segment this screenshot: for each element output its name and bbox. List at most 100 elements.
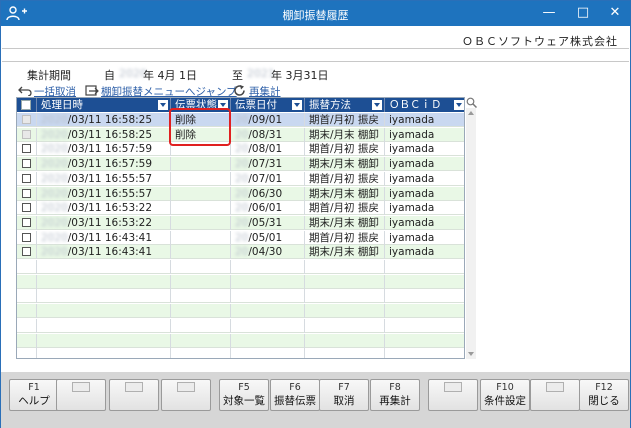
voucher-date-cell [231,348,305,358]
table-row[interactable]: 2020/03/11 16:53:22 20/05/31 期末/月末 棚卸 iyama… [17,215,464,230]
obcid-cell [385,319,464,333]
filter-dropdown-icon[interactable] [158,100,168,110]
fkey-f10-button[interactable]: F10 条件設定 [480,379,530,411]
fkey-f1-button[interactable]: F1 ヘルプ [9,379,59,411]
col-header-label: 伝票日付 [235,99,277,111]
processed-datetime: /03/11 16:43:41 [67,246,153,259]
voucher-date: /07/31 [248,158,283,171]
processed-datetime: /03/11 16:55:57 [67,172,153,185]
processed-year: 2020 [41,231,68,244]
fkey-f12-button[interactable]: F12 閉じる [579,379,629,411]
processed-at-cell [37,333,171,348]
close-icon[interactable]: ✕ [604,4,626,22]
row-checkbox-cell [17,186,37,201]
empty-table-row [17,289,464,304]
row-checkbox-cell [17,171,37,186]
jump-menu-icon[interactable] [85,85,99,96]
row-checkbox-cell [17,157,37,172]
row-checkbox-cell [17,274,37,289]
fkey-label: 振替伝票 [274,395,316,407]
voucher-year: 20 [235,128,249,141]
period-from-prefix: 自 [104,69,115,82]
row-checkbox[interactable] [22,203,31,213]
obcid-cell [385,334,464,348]
empty-table-row [17,333,464,348]
maximize-icon[interactable]: □ [572,4,594,22]
row-checkbox[interactable] [22,217,31,227]
processed-at-cell [37,289,171,304]
row-checkbox[interactable] [22,188,31,198]
company-name: ＯＢＣソフトウェア株式会社 [462,35,618,48]
col-header-obcid[interactable]: ＯＢＣｉＤ [385,98,464,112]
table-row[interactable]: 2020/03/11 16:57:59 20/07/31 期末/月末 棚卸 iyama… [17,157,464,172]
fkey-f8-button[interactable]: F8 再集計 [370,379,420,411]
status-cell [171,260,231,274]
col-header-label: ＯＢＣｉＤ [389,99,442,111]
scroll-down-icon[interactable] [468,352,474,356]
vertical-scrollbar[interactable] [466,108,476,359]
fkey-f5-button[interactable]: F5 対象一覧 [219,379,269,411]
table-row[interactable]: 2020/03/11 16:58:25 削除 20/08/31 期末/月末 棚卸 iya… [17,127,464,142]
col-header-label: 処理日時 [41,99,83,111]
undo-icon[interactable] [18,85,32,96]
voucher-year: 20 [235,187,249,200]
window-title: 棚卸振替履歴 [282,9,349,22]
processed-at-cell: 2020/03/11 16:55:57 [37,171,171,186]
select-all-checkbox[interactable] [21,100,31,110]
row-checkbox[interactable] [22,232,31,242]
fkey-f6-button[interactable]: F6 振替伝票 [270,379,320,411]
voucher-date-cell: 20/05/01 [231,230,305,245]
col-header-method[interactable]: 振替方法 [305,98,385,112]
processed-year: 2020 [41,114,68,126]
empty-table-row [17,318,464,333]
processed-datetime: /03/11 16:58:25 [67,114,153,126]
method-cell: 期首/月初 振戻 [305,171,385,186]
fkey-blank-button [161,379,211,411]
fkey-number [546,382,564,392]
filter-dropdown-icon[interactable] [292,100,302,110]
processed-at-cell: 2020/03/11 16:57:59 [37,157,171,172]
processed-at-cell: 2020/03/11 16:58:25 [37,113,171,127]
row-checkbox[interactable] [22,173,31,183]
fkey-number [444,382,462,392]
voucher-date: /07/01 [248,172,283,185]
table-row[interactable]: 2020/03/11 16:55:57 20/07/01 期首/月初 振戻 iyama… [17,171,464,186]
col-header-voucher-date[interactable]: 伝票日付 [231,98,305,112]
filter-dropdown-icon[interactable] [372,100,382,110]
refresh-icon[interactable] [233,85,247,96]
fkey-number: F12 [595,382,613,393]
table-row[interactable]: 2020/03/11 16:53:22 20/06/01 期首/月初 振戻 iyama… [17,201,464,216]
row-checkbox-cell [17,318,37,333]
table-row[interactable]: 2020/03/11 16:58:25 削除 20/09/01 期首/月初 振戻 iya… [17,113,464,127]
title-bar[interactable]: 棚卸振替履歴 — □ ✕ [1,1,630,26]
status-cell [171,186,231,201]
col-header-processed-at[interactable]: 処理日時 [37,98,171,112]
method-cell [305,333,385,348]
row-checkbox-cell [17,289,37,304]
table-row[interactable]: 2020/03/11 16:43:41 20/04/30 期末/月末 棚卸 iyama… [17,245,464,260]
divider [2,61,629,62]
fkey-f7-button[interactable]: F7 取消 [319,379,369,411]
method-cell: 期首/月初 振戻 [305,113,385,127]
row-checkbox[interactable] [22,159,31,169]
row-checkbox[interactable] [22,144,31,154]
row-checkbox [22,129,31,139]
obcid-cell: iyamada [389,143,435,156]
row-checkbox[interactable] [22,247,31,257]
processed-year: 2020 [41,216,68,229]
processed-at-cell: 2020/03/11 16:43:41 [37,245,171,260]
scroll-up-icon[interactable] [468,111,474,115]
table-row[interactable]: 2020/03/11 16:43:41 20/05/01 期首/月初 振戻 iyama… [17,230,464,245]
select-all-checkbox-cell [17,98,37,112]
method-cell [305,318,385,333]
processed-year: 2020 [41,158,68,171]
status-cell [171,289,231,304]
app-window: 棚卸振替履歴 — □ ✕ ＯＢＣソフトウェア株式会社 集計期間 自 2020 年… [0,0,631,428]
search-icon[interactable] [466,97,477,108]
table-row[interactable]: 2020/03/11 16:55:57 20/06/30 期末/月末 棚卸 iyama… [17,186,464,201]
minimize-icon[interactable]: — [538,4,560,22]
voucher-date-cell [231,318,305,333]
table-row[interactable]: 2020/03/11 16:57:59 20/08/01 期首/月初 振戻 iyama… [17,142,464,157]
row-checkbox-cell [17,113,37,127]
filter-dropdown-icon[interactable] [454,100,464,110]
